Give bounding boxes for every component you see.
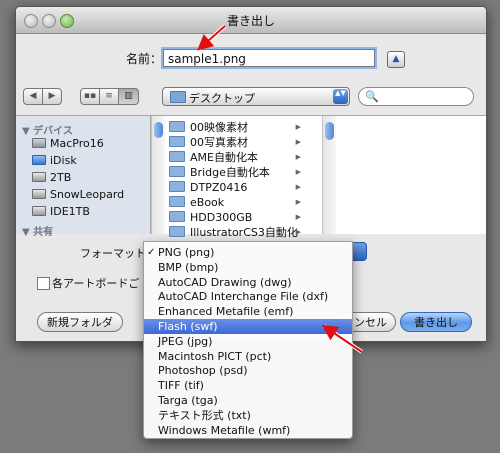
- disk-icon: [32, 206, 46, 216]
- export-button[interactable]: 書き出し: [400, 312, 472, 332]
- scrollbar[interactable]: [151, 116, 165, 234]
- name-label: 名前：: [126, 52, 163, 66]
- sidebar-item-idisk[interactable]: iDisk: [32, 153, 77, 169]
- format-popup-arrows[interactable]: [351, 242, 367, 261]
- disclosure-arrow-icon: ▶: [295, 228, 301, 236]
- back-button[interactable]: ◀: [23, 88, 43, 105]
- disclosure-arrow-icon: ▶: [295, 123, 301, 131]
- folder-icon: [169, 121, 185, 132]
- format-menu-item[interactable]: AutoCAD Drawing (dwg): [144, 275, 352, 290]
- popup-arrows-icon: ▲▼: [333, 89, 348, 104]
- folder-icon: [169, 226, 185, 237]
- title-bar: 書き出し: [16, 7, 486, 34]
- file-row[interactable]: DTPZ0416 ▶: [169, 180, 301, 195]
- format-menu-item-label: Macintosh PICT (pct): [158, 349, 272, 363]
- artboard-checkbox[interactable]: [37, 277, 50, 290]
- format-menu-item-label: AutoCAD Interchange File (dxf): [158, 290, 329, 304]
- disclosure-arrow-icon: ▶: [295, 153, 301, 161]
- format-menu-item[interactable]: Photoshop (psd): [144, 363, 352, 378]
- computer-icon: [32, 138, 46, 148]
- disclosure-arrow-icon: ▶: [295, 198, 301, 206]
- format-menu-item[interactable]: Flash (swf): [144, 319, 352, 334]
- filename-input[interactable]: sample1.png: [163, 49, 375, 67]
- format-menu-item-label: Windows Metafile (wmf): [158, 423, 291, 437]
- file-row[interactable]: IllustratorCS3自動化本▶: [169, 225, 301, 254]
- file-row[interactable]: eBook ▶: [169, 195, 301, 210]
- sidebar: ▼ デバイス MacPro16 iDisk 2TB SnowLeopard ID…: [16, 115, 150, 238]
- expand-dialog-button[interactable]: ▲: [387, 51, 405, 68]
- file-row[interactable]: HDD300GB ▶: [169, 210, 301, 225]
- format-menu-item[interactable]: BMP (bmp): [144, 260, 352, 275]
- file-row[interactable]: AME自動化本 ▶: [169, 150, 301, 165]
- file-row[interactable]: 00映像素材 ▶: [169, 120, 301, 135]
- disclosure-arrow-icon: ▶: [295, 183, 301, 191]
- format-menu-item-label: Photoshop (psd): [158, 364, 248, 378]
- scroll-thumb[interactable]: [154, 122, 163, 138]
- format-menu-item-label: PNG (png): [158, 246, 215, 259]
- column-view-button[interactable]: ▥: [118, 88, 139, 105]
- format-menu-item-label: テキスト形式 (txt): [158, 408, 251, 422]
- scrollbar[interactable]: [322, 116, 336, 234]
- file-browser-columns: 00映像素材 ▶ 00写真素材 ▶ AME自動化本 ▶ Bridge自動化本 ▶ DTP…: [150, 115, 486, 254]
- file-row[interactable]: Bridge自動化本 ▶: [169, 165, 301, 180]
- disk-icon: [32, 189, 46, 199]
- location-popup[interactable]: デスクトップ ▲▼: [162, 87, 350, 106]
- format-menu-item-label: Targa (tga): [158, 394, 218, 407]
- format-menu-item[interactable]: テキスト形式 (txt): [144, 408, 352, 423]
- search-icon: 🔍: [365, 90, 379, 103]
- forward-button[interactable]: ▶: [42, 88, 62, 105]
- devices-header[interactable]: ▼ デバイス: [22, 122, 73, 137]
- format-menu-item[interactable]: AutoCAD Interchange File (dxf): [144, 289, 352, 304]
- folder-icon: [169, 166, 185, 177]
- format-menu-item[interactable]: Enhanced Metafile (emf): [144, 304, 352, 319]
- file-row[interactable]: 00写真素材 ▶: [169, 135, 301, 150]
- checkmark-icon: ✓: [147, 247, 156, 258]
- sidebar-item-2tb[interactable]: 2TB: [32, 170, 71, 186]
- format-menu-item-label: JPEG (jpg): [158, 334, 213, 348]
- folder-icon: [170, 91, 186, 103]
- icon-view-button[interactable]: ▪▪: [80, 88, 100, 105]
- sidebar-item-ide1tb[interactable]: IDE1TB: [32, 204, 90, 220]
- location-label: デスクトップ: [189, 92, 255, 105]
- folder-icon: [169, 181, 185, 192]
- artboard-checkbox-label: 各アートボードご: [52, 277, 140, 290]
- shared-header[interactable]: ▼ 共有: [22, 223, 53, 238]
- search-input[interactable]: 🔍: [358, 87, 474, 106]
- format-menu-item-label: Enhanced Metafile (emf): [158, 305, 294, 319]
- format-menu-item[interactable]: Macintosh PICT (pct): [144, 349, 352, 364]
- sidebar-item-snowleopard[interactable]: SnowLeopard: [32, 187, 124, 203]
- disclosure-arrow-icon: ▶: [295, 213, 301, 221]
- folder-icon: [169, 196, 185, 207]
- folder-icon: [169, 211, 185, 222]
- list-view-button[interactable]: ≡: [99, 88, 119, 105]
- format-menu-item-label: AutoCAD Drawing (dwg): [158, 275, 292, 289]
- format-dropdown-menu: ✓ PNG (png) BMP (bmp) AutoCAD Drawing (dwg)…: [143, 241, 353, 439]
- new-folder-button[interactable]: 新規フォルダ: [37, 312, 123, 332]
- idisk-icon: [32, 155, 46, 165]
- format-menu-item-label: TIFF (tif): [158, 379, 204, 393]
- format-menu-item-label: BMP (bmp): [158, 260, 219, 274]
- disclosure-arrow-icon: ▶: [295, 168, 301, 176]
- format-menu-item[interactable]: JPEG (jpg): [144, 334, 352, 349]
- disk-icon: [32, 172, 46, 182]
- sidebar-item-macpro16[interactable]: MacPro16: [32, 136, 104, 152]
- folder-icon: [169, 151, 185, 162]
- format-menu-item[interactable]: ✓ PNG (png): [144, 245, 352, 260]
- scroll-thumb[interactable]: [325, 122, 334, 140]
- folder-icon: [169, 136, 185, 147]
- disclosure-arrow-icon: ▶: [295, 138, 301, 146]
- format-menu-item[interactable]: Windows Metafile (wmf): [144, 423, 352, 438]
- dialog-title: 書き出し: [226, 14, 275, 28]
- format-menu-item[interactable]: TIFF (tif): [144, 378, 352, 393]
- format-menu-item[interactable]: Targa (tga): [144, 393, 352, 408]
- format-menu-item-label: Flash (swf): [158, 320, 218, 333]
